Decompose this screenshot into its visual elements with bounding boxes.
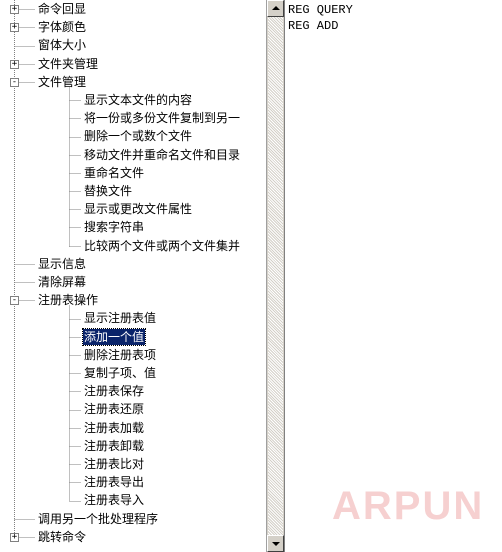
tree-child-node[interactable]: 注册表比对 — [0, 455, 266, 473]
watermark-logo: ARPUN — [332, 484, 485, 528]
tree-node-label[interactable]: 调用另一个批处理程序 — [37, 511, 159, 527]
tree-vertical-scrollbar[interactable] — [266, 0, 284, 552]
tree-node-label[interactable]: 注册表加载 — [83, 420, 145, 436]
tree-node[interactable]: + 文件夹管理 — [0, 55, 266, 73]
tree-child-node[interactable]: 删除一个或数个文件 — [0, 127, 266, 145]
tree-child-node[interactable]: 搜索字符串 — [0, 218, 266, 236]
code-editor[interactable]: REG QUERY REG ADD — [284, 0, 502, 552]
tree-node[interactable]: + 字体颜色 — [0, 18, 266, 36]
tree-node[interactable]: + 命令回显 — [0, 0, 266, 18]
tree-child-node[interactable]: 移动文件并重命名文件和目录 — [0, 146, 266, 164]
tree-node-label[interactable]: 替换文件 — [83, 183, 133, 199]
code-line: REG ADD — [288, 19, 339, 33]
tree-node-label[interactable]: 注册表保存 — [83, 383, 145, 399]
tree-node-label[interactable]: 注册表比对 — [83, 456, 145, 472]
arrow-down-icon — [272, 542, 280, 546]
expand-icon[interactable]: + — [10, 59, 19, 69]
tree-node[interactable]: 清除屏幕 — [0, 273, 266, 291]
tree-child-node[interactable]: 删除注册表项 — [0, 346, 266, 364]
tree-child-node[interactable]: 比较两个文件或两个文件集并 — [0, 237, 266, 255]
tree-node-label[interactable]: 跳转命令 — [37, 529, 87, 545]
arrow-up-icon — [272, 6, 280, 10]
tree-node-label[interactable]: 字体颜色 — [37, 19, 87, 35]
expand-icon[interactable]: + — [10, 22, 19, 32]
tree-node-label[interactable]: 注册表导出 — [83, 474, 145, 490]
tree-node-label[interactable]: 搜索字符串 — [83, 219, 145, 235]
tree-node-label[interactable]: 命令回显 — [37, 1, 87, 17]
tree-node-label[interactable]: 注册表导入 — [83, 492, 145, 508]
tree-node-label[interactable]: 复制子项、值 — [83, 365, 157, 381]
tree-child-node[interactable]: 复制子项、值 — [0, 364, 266, 382]
tree-child-node[interactable]: 注册表导出 — [0, 473, 266, 491]
tree-node-label[interactable]: 窗体大小 — [37, 37, 87, 53]
tree-node-label[interactable]: 删除一个或数个文件 — [83, 128, 193, 144]
tree-node-label[interactable]: 将一份或多份文件复制到另一 — [83, 110, 241, 126]
expand-icon[interactable]: + — [10, 5, 19, 14]
tree-child-node[interactable]: 添加一个值 — [0, 327, 266, 346]
tree-node-label[interactable]: 注册表卸载 — [83, 438, 145, 454]
tree-child-node[interactable]: 注册表加载 — [0, 419, 266, 437]
tree-child-node[interactable]: 替换文件 — [0, 182, 266, 200]
tree-child-node[interactable]: 显示注册表值 — [0, 309, 266, 327]
expand-icon[interactable]: + — [10, 532, 19, 542]
tree-node[interactable]: 显示信息 — [0, 255, 266, 273]
scroll-down-button[interactable] — [267, 535, 284, 552]
tree-child-node[interactable]: 注册表导入 — [0, 491, 266, 509]
tree-child-node[interactable]: 重命名文件 — [0, 164, 266, 182]
tree-node-label[interactable]: 移动文件并重命名文件和目录 — [83, 147, 241, 163]
tree-node-label[interactable]: 显示文本文件的内容 — [83, 92, 193, 108]
tree-node[interactable]: - 注册表操作 — [0, 291, 266, 309]
tree-node-label[interactable]: 文件管理 — [37, 74, 87, 90]
code-line: REG QUERY — [288, 3, 353, 17]
tree-node-label[interactable]: 注册表操作 — [37, 292, 99, 308]
tree-node[interactable]: - 文件管理 — [0, 73, 266, 91]
tree-child-node[interactable]: 注册表还原 — [0, 400, 266, 418]
tree-child-node[interactable]: 显示文本文件的内容 — [0, 91, 266, 109]
tree-node-label[interactable]: 注册表还原 — [83, 401, 145, 417]
collapse-icon[interactable]: - — [10, 77, 19, 87]
tree-node-label[interactable]: 重命名文件 — [83, 165, 145, 181]
tree-child-node[interactable]: 注册表保存 — [0, 382, 266, 400]
tree-child-node[interactable]: 显示或更改文件属性 — [0, 200, 266, 218]
tree-node[interactable]: 调用另一个批处理程序 — [0, 510, 266, 528]
tree-node-label[interactable]: 比较两个文件或两个文件集并 — [83, 238, 241, 254]
tree-node-label[interactable]: 清除屏幕 — [37, 274, 87, 290]
tree-node-label[interactable]: 文件夹管理 — [37, 56, 99, 72]
tree-child-node[interactable]: 注册表卸载 — [0, 437, 266, 455]
tree-node-label[interactable]: 显示信息 — [37, 256, 87, 272]
scroll-track[interactable] — [268, 17, 283, 535]
tree-view[interactable]: + 命令回显 + 字体颜色窗体大小 + 文件夹管理 - 文件管理显示文本文件的内容将一份或多份… — [0, 0, 266, 552]
tree-node-label[interactable]: 显示或更改文件属性 — [83, 201, 193, 217]
tree-node-label[interactable]: 显示注册表值 — [83, 310, 157, 326]
tree-node[interactable]: 窗体大小 — [0, 36, 266, 54]
tree-node[interactable]: + 跳转命令 — [0, 528, 266, 546]
tree-child-node[interactable]: 将一份或多份文件复制到另一 — [0, 109, 266, 127]
tree-node-label[interactable]: 删除注册表项 — [83, 347, 157, 363]
tree-node-label-selected[interactable]: 添加一个值 — [81, 327, 147, 346]
scroll-up-button[interactable] — [267, 0, 284, 17]
collapse-icon[interactable]: - — [10, 295, 19, 305]
